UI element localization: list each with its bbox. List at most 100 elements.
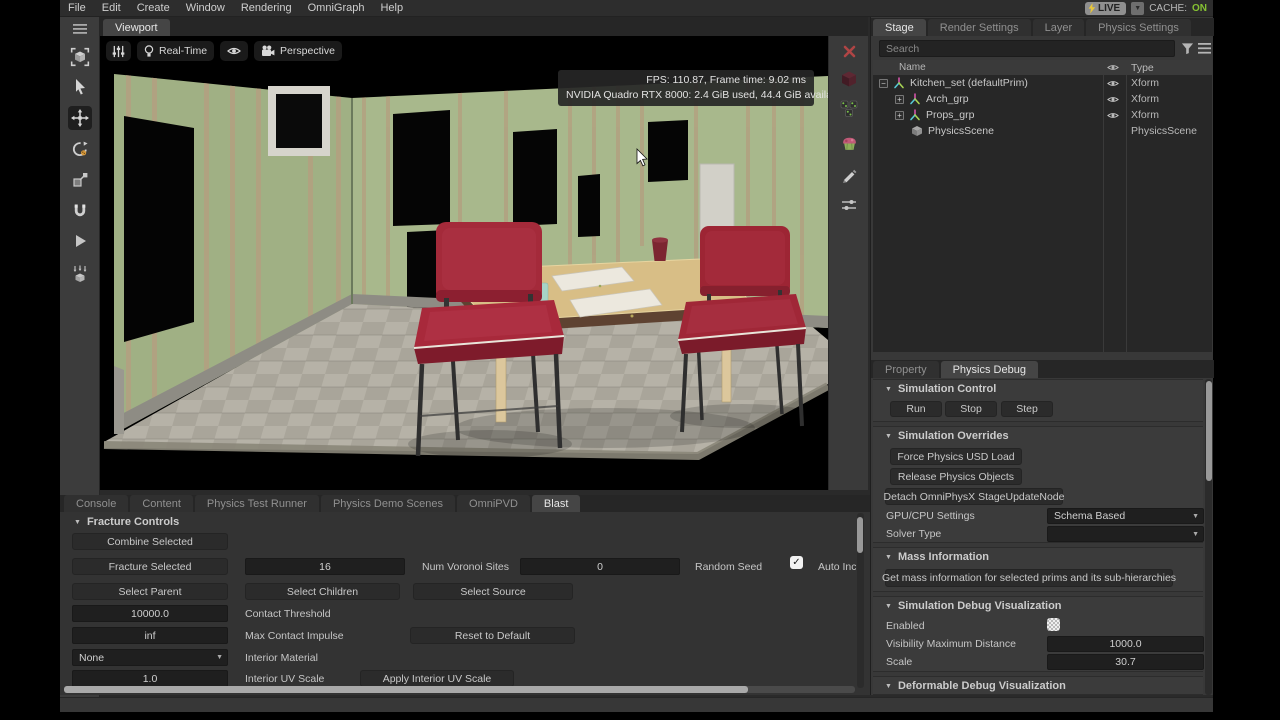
live-sync-button[interactable]: LIVE xyxy=(1085,2,1126,15)
tab-console[interactable]: Console xyxy=(64,495,128,512)
pencil-icon[interactable] xyxy=(838,164,860,186)
column-type: Type xyxy=(1131,62,1154,74)
tab-viewport[interactable]: Viewport xyxy=(103,19,170,36)
get-mass-information-button[interactable]: Get mass information for selected prims … xyxy=(885,569,1173,587)
blast-cube-icon[interactable] xyxy=(838,68,860,90)
cursor-tool-icon[interactable] xyxy=(68,75,92,99)
scale-input[interactable] xyxy=(1047,654,1204,670)
visibility-eye-icon[interactable] xyxy=(1107,95,1127,104)
auto-increment-checkbox[interactable]: ✓ xyxy=(790,556,803,569)
tree-row-physics-scene[interactable]: PhysicsScene PhysicsScene xyxy=(873,123,1212,139)
combine-selected-button[interactable]: Combine Selected xyxy=(72,533,228,550)
tab-property[interactable]: Property xyxy=(873,361,939,378)
menu-edit[interactable]: Edit xyxy=(94,2,129,14)
select-mode-icon[interactable] xyxy=(68,45,92,69)
visibility-button[interactable] xyxy=(220,41,248,61)
tab-omnipvd[interactable]: OmniPVD xyxy=(457,495,530,512)
tree-row-arch-grp[interactable]: + Arch_grp Xform xyxy=(873,91,1212,107)
fracture-selected-button[interactable]: Fracture Selected xyxy=(72,558,228,575)
fracture-dice-icon[interactable] xyxy=(838,98,860,120)
deformable-debug-visualization-header[interactable]: ▼ Deformable Debug Visualization xyxy=(885,680,1066,692)
gpu-cpu-settings-label: GPU/CPU Settings xyxy=(886,510,975,522)
tab-physics-settings[interactable]: Physics Settings xyxy=(1086,19,1191,36)
interior-uv-scale-input[interactable] xyxy=(72,670,228,687)
tab-physics-test-runner[interactable]: Physics Test Runner xyxy=(195,495,319,512)
collapse-expander[interactable]: − xyxy=(879,79,888,88)
contact-threshold-input[interactable] xyxy=(72,605,228,622)
select-parent-button[interactable]: Select Parent xyxy=(72,583,228,600)
play-icon[interactable] xyxy=(68,229,92,253)
tree-row-props-grp[interactable]: + Props_grp Xform xyxy=(873,107,1212,123)
visibility-eye-icon[interactable] xyxy=(1107,111,1127,120)
simulation-debug-visualization-header[interactable]: ▼ Simulation Debug Visualization xyxy=(885,600,1062,612)
render-mode-button[interactable]: Real-Time xyxy=(137,41,214,61)
reset-to-default-button[interactable]: Reset to Default xyxy=(410,627,575,644)
tab-render-settings[interactable]: Render Settings xyxy=(928,19,1031,36)
section-simulation-control: ▼ Simulation Control Run Stop Step xyxy=(873,379,1203,422)
chevron-down-icon: ▼ xyxy=(1192,531,1199,538)
solver-type-dropdown[interactable]: ▼ xyxy=(1047,526,1204,542)
interior-uv-scale-label: Interior UV Scale xyxy=(245,673,324,685)
live-dropdown-button[interactable]: ▼ xyxy=(1131,2,1144,15)
simulation-control-header[interactable]: ▼ Simulation Control xyxy=(885,383,996,395)
viewport-toolbar: Real-Time Perspective xyxy=(106,41,342,61)
max-contact-impulse-input[interactable] xyxy=(72,627,228,644)
collapse-triangle-icon: ▼ xyxy=(885,433,892,440)
muffin-icon[interactable] xyxy=(838,132,860,154)
apply-interior-uv-scale-button[interactable]: Apply Interior UV Scale xyxy=(360,670,514,687)
options-menu-icon[interactable] xyxy=(1198,43,1211,54)
scale-tool-icon[interactable] xyxy=(68,168,92,192)
enabled-checkbox[interactable] xyxy=(1047,618,1060,631)
tab-physics-debug[interactable]: Physics Debug xyxy=(941,361,1038,378)
bottom-panel-vertical-scrollbar[interactable] xyxy=(857,513,864,688)
menu-omnigraph[interactable]: OmniGraph xyxy=(300,2,373,14)
solver-type-label: Solver Type xyxy=(886,528,941,540)
stage-search-input[interactable] xyxy=(879,40,1175,57)
tab-blast[interactable]: Blast xyxy=(532,495,580,512)
close-destruct-icon[interactable] xyxy=(838,40,860,62)
inspector-vertical-scrollbar[interactable] xyxy=(1205,379,1212,695)
menu-help[interactable]: Help xyxy=(372,2,411,14)
mass-information-header[interactable]: ▼ Mass Information xyxy=(885,551,989,563)
gpu-cpu-settings-dropdown[interactable]: Schema Based ▼ xyxy=(1047,508,1204,524)
select-source-button[interactable]: Select Source xyxy=(413,583,573,600)
force-physics-usd-load-button[interactable]: Force Physics USD Load xyxy=(890,448,1022,465)
viewport-settings-button[interactable] xyxy=(106,41,131,61)
physics-drop-icon[interactable] xyxy=(68,262,92,286)
detach-omniphysx-button[interactable]: Detach OmniPhysX StageUpdateNode xyxy=(885,488,1063,505)
step-button[interactable]: Step xyxy=(1001,401,1053,417)
menu-create[interactable]: Create xyxy=(129,2,178,14)
bottom-panel-horizontal-scrollbar[interactable] xyxy=(64,686,855,693)
visibility-maximum-distance-input[interactable] xyxy=(1047,636,1204,652)
tab-stage[interactable]: Stage xyxy=(873,19,926,36)
filter-icon[interactable] xyxy=(1181,42,1194,55)
menu-rendering[interactable]: Rendering xyxy=(233,2,300,14)
simulation-overrides-header[interactable]: ▼ Simulation Overrides xyxy=(885,430,1009,442)
run-button[interactable]: Run xyxy=(890,401,942,417)
expand-expander[interactable]: + xyxy=(895,111,904,120)
expand-expander[interactable]: + xyxy=(895,95,904,104)
grip-icon[interactable] xyxy=(68,21,92,37)
visibility-eye-icon[interactable] xyxy=(1107,79,1127,88)
menu-window[interactable]: Window xyxy=(178,2,233,14)
fracture-controls-header[interactable]: ▼ Fracture Controls xyxy=(74,516,179,528)
tab-layer[interactable]: Layer xyxy=(1033,19,1085,36)
random-seed-input[interactable] xyxy=(520,558,680,575)
select-children-button[interactable]: Select Children xyxy=(245,583,400,600)
camera-button[interactable]: Perspective xyxy=(254,41,342,61)
move-tool-icon[interactable] xyxy=(68,106,92,130)
snap-magnet-icon[interactable] xyxy=(68,199,92,223)
num-voronoi-sites-input[interactable] xyxy=(245,558,405,575)
rotate-tool-icon[interactable] xyxy=(68,137,92,161)
section-simulation-overrides: ▼ Simulation Overrides Force Physics USD… xyxy=(873,426,1203,543)
interior-material-dropdown[interactable]: None ▼ xyxy=(72,649,228,666)
interior-material-label: Interior Material xyxy=(245,652,318,664)
viewport-3d-view[interactable]: Real-Time Perspective FPS: 110.87, Frame… xyxy=(100,36,828,490)
menu-file[interactable]: File xyxy=(60,2,94,14)
tree-row-kitchen-set[interactable]: − Kitchen_set (defaultPrim) Xform xyxy=(873,75,1212,91)
tab-content[interactable]: Content xyxy=(130,495,193,512)
tab-physics-demo-scenes[interactable]: Physics Demo Scenes xyxy=(321,495,455,512)
release-physics-objects-button[interactable]: Release Physics Objects xyxy=(890,468,1022,485)
stop-button[interactable]: Stop xyxy=(945,401,997,417)
blast-settings-icon[interactable] xyxy=(838,194,860,216)
